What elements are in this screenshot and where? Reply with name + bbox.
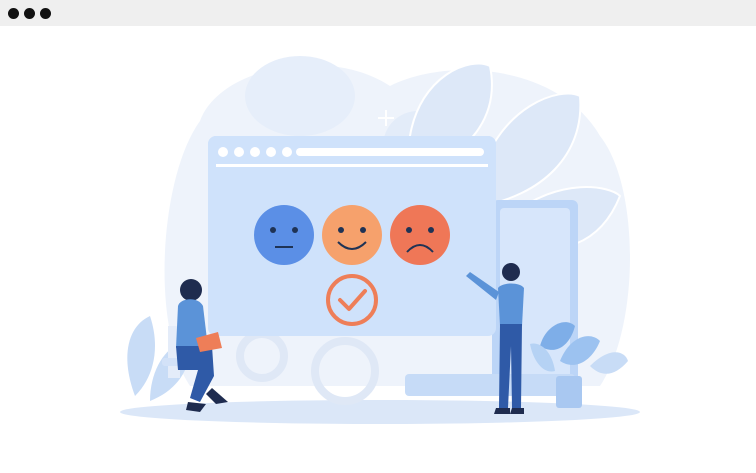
window-control-dot[interactable]: [8, 8, 19, 19]
neutral-face-icon[interactable]: [254, 205, 314, 265]
window-control-dot[interactable]: [24, 8, 35, 19]
window-titlebar: [0, 0, 756, 26]
feedback-illustration: [120, 56, 640, 424]
sad-face-icon[interactable]: [390, 205, 450, 265]
happy-face-icon[interactable]: [322, 205, 382, 265]
window-control-dot[interactable]: [40, 8, 51, 19]
illustration-stage: [0, 26, 756, 473]
